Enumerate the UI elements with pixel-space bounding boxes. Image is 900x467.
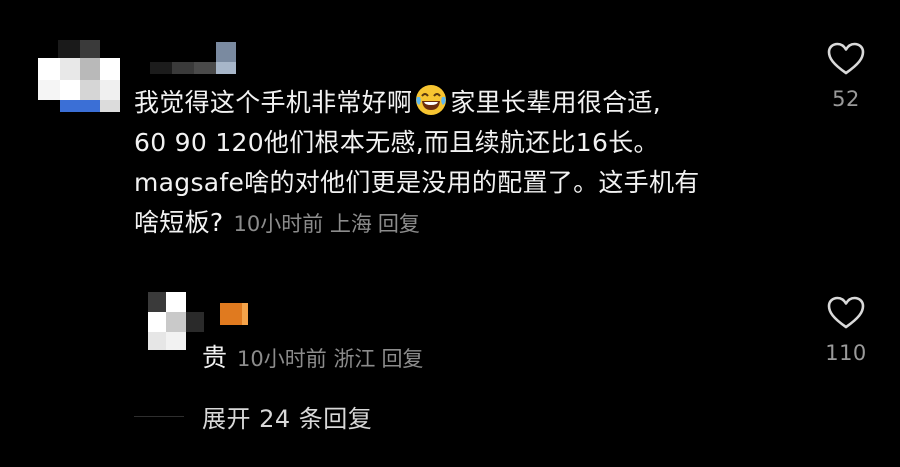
comment-time: 10小时前 [233,212,324,236]
expand-replies-button[interactable]: 展开 24 条回复 [202,399,372,434]
comment-line-2: 家里长辈用很合适, [450,88,661,117]
reply-meta: 10小时前 浙江 回复 [237,347,423,371]
reply-content: 贵 [202,343,228,372]
reply-username[interactable] [220,303,250,327]
laughing-tears-emoji-icon [414,83,448,117]
comment-meta: 10小时前 上海 回复 [233,212,419,236]
comment-line-3: 60 90 120他们根本无感,而且续航还比16长。 [134,128,659,157]
reply-like-count: 110 [825,341,867,365]
username[interactable] [150,42,250,78]
expand-replies-row: 展开 24 条回复 [134,396,372,436]
reply-text: 贵 10小时前 浙江 回复 [202,338,423,379]
reply-button[interactable]: 回复 [378,212,420,236]
heart-icon[interactable] [816,42,876,76]
heart-icon[interactable] [816,296,876,330]
comment-line-4: magsafe啥的对他们更是没用的配置了。这手机有 [134,168,700,197]
like-count: 52 [832,87,860,111]
divider [134,415,184,417]
reply-location: 浙江 [333,347,376,371]
reply-like-group: 110 [816,296,876,365]
comment-text: 我觉得这个手机非常好啊 家里长辈用很合适, 60 90 120他们根本无感,而且… [134,83,794,244]
avatar[interactable] [38,40,120,112]
like-group: 52 [816,42,876,111]
reply-reply-button[interactable]: 回复 [381,347,423,371]
comment-location: 上海 [329,212,372,236]
reply-avatar[interactable] [148,292,204,350]
comment-line-1: 我觉得这个手机非常好啊 [134,88,413,117]
comment-line-5: 啥短板? [134,208,224,237]
reply-time: 10小时前 [237,347,327,371]
